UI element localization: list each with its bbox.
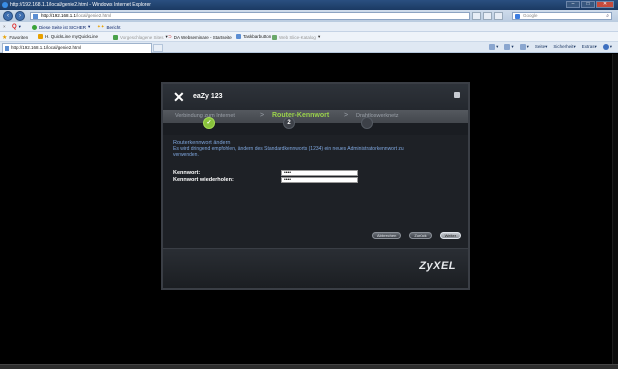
favorite-item-4[interactable]: Taskbarbutton xyxy=(236,34,271,39)
search-placeholder: Google xyxy=(523,13,538,18)
step-3-indicator: 3 xyxy=(361,117,373,129)
close-button[interactable]: ✕ xyxy=(596,1,614,8)
status-bar xyxy=(0,364,618,369)
dialog-logo-text: eaZy 123 xyxy=(193,93,223,100)
back-button[interactable]: ‹ xyxy=(3,11,13,21)
stars-icon: ✦✦ xyxy=(97,24,105,29)
google-icon xyxy=(515,14,520,19)
tab-title: http://192.168.1.1/local/genie2.html xyxy=(11,45,82,50)
browser-window: http://192.168.1.1/local/genie2.html - W… xyxy=(0,0,618,369)
favorite-item-1-label: H. QuickLine myQuickLine xyxy=(45,34,99,39)
search-icon[interactable]: ⌕ xyxy=(606,13,609,19)
password-label: Kennwort: xyxy=(173,170,201,176)
window-controls: – □ ✕ xyxy=(566,1,614,8)
active-tab[interactable]: http://192.168.1.1/local/genie2.html xyxy=(2,43,152,53)
command-bar: ▾ ▾ ▾ Seite▾ Sicherheit▾ Extras▾ ▾ xyxy=(489,44,612,50)
security-toolbar: × Q ▾ Diese Seite ist SICHER ▾ ✦✦ Bericht xyxy=(0,22,618,32)
toolbar-q-icon[interactable]: Q ▾ xyxy=(12,24,21,30)
step-separator-2: > xyxy=(344,112,349,119)
favorite-item-2[interactable]: Vorgeschlagene Sites ▾ xyxy=(113,34,168,40)
cancel-button[interactable]: Abbrechen xyxy=(372,232,402,239)
favorites-bar: ★ Favoriten H. QuickLine myQuickLine Vor… xyxy=(0,32,618,42)
refresh-icon[interactable] xyxy=(483,12,492,20)
tab-page-icon xyxy=(5,46,9,51)
url-host: http://192.168.1.1 xyxy=(41,13,77,18)
help-menu[interactable]: ▾ xyxy=(602,44,612,50)
address-bar: ‹ › http://192.168.1.1/local/genie2.html… xyxy=(0,10,618,22)
print-icon xyxy=(519,44,526,50)
stop-icon[interactable] xyxy=(494,12,503,20)
eazy-logo-icon: ✕ xyxy=(173,89,185,105)
wizard-step-indicators: ✓ 2 3 xyxy=(163,117,468,135)
dialog-body: Routerkennwort ändern Es wird dringend e… xyxy=(163,135,468,248)
extras-menu[interactable]: Extras▾ xyxy=(582,44,597,50)
tab-row: http://192.168.1.1/local/genie2.html ▾ ▾… xyxy=(0,42,618,53)
favorites-star-icon: ★ xyxy=(2,35,8,41)
search-field[interactable]: Google ⌕ xyxy=(512,12,612,20)
favorites-label: Favoriten xyxy=(9,35,29,40)
step-1-check-icon: ✓ xyxy=(203,117,215,129)
back-step-button[interactable]: Zurück xyxy=(409,232,432,239)
favorite-item-4-label: Taskbarbutton xyxy=(243,34,272,39)
url-field[interactable]: http://192.168.1.1/local/genie2.html xyxy=(30,12,470,20)
favorite-item-1[interactable]: H. QuickLine myQuickLine xyxy=(38,34,98,39)
zyxel-logo: ZyXEL xyxy=(419,260,456,272)
print-button[interactable]: ▾ xyxy=(519,44,529,50)
favorite-item-5-label: Web Slice-Katalog xyxy=(279,34,316,40)
dialog-footer: ZyXEL xyxy=(163,248,468,288)
page-menu-label: Seite xyxy=(534,44,546,50)
quickline-icon xyxy=(38,34,43,39)
toolbar-close-icon[interactable]: × xyxy=(3,24,6,29)
vertical-scrollbar[interactable] xyxy=(612,54,618,364)
home-button[interactable]: ▾ xyxy=(489,44,498,50)
new-tab-button[interactable] xyxy=(153,44,163,52)
window-title: http://192.168.1.1/local/genie2.html - W… xyxy=(10,2,151,8)
dialog-button-row: Abbrechen Zurück Weiter xyxy=(372,232,462,239)
report-label: Bericht xyxy=(106,24,121,30)
forward-button[interactable]: › xyxy=(15,11,25,21)
favorite-item-3-label: DA Webseminare - Startseite xyxy=(173,34,232,40)
step-2-label: Router-Kennwort xyxy=(272,112,330,119)
page-icon xyxy=(33,14,38,19)
minimize-button[interactable]: – xyxy=(566,1,580,8)
favorites-button[interactable]: ★ Favoriten xyxy=(2,34,28,41)
title-bar: http://192.168.1.1/local/genie2.html - W… xyxy=(0,0,618,10)
password-repeat-field[interactable] xyxy=(281,177,358,183)
shield-icon xyxy=(32,24,37,30)
web-slice-icon xyxy=(272,34,277,40)
suggested-sites-icon xyxy=(113,34,118,40)
safety-menu-label: Sicherheit xyxy=(553,44,574,50)
feeds-icon xyxy=(504,44,511,50)
setup-wizard-dialog: ✕ eaZy 123 Verbindung zum Internet > Rou… xyxy=(161,82,470,290)
compat-view-icon[interactable] xyxy=(472,12,481,20)
home-icon xyxy=(489,44,496,50)
taskbar-icon xyxy=(236,34,241,39)
page-menu[interactable]: Seite▾ xyxy=(535,44,548,50)
step-2-indicator: 2 xyxy=(283,117,295,129)
url-path: /local/genie2.html xyxy=(76,13,112,18)
help-icon xyxy=(602,44,609,50)
dialog-header: ✕ eaZy 123 xyxy=(163,84,468,110)
next-button[interactable]: Weiter xyxy=(439,232,462,239)
maximize-button[interactable]: □ xyxy=(581,1,595,8)
favorite-item-5[interactable]: Web Slice-Katalog ▾ xyxy=(272,34,320,40)
url-actions xyxy=(472,12,503,20)
safe-status[interactable]: Diese Seite ist SICHER ▾ xyxy=(32,24,90,30)
password-repeat-label: Kennwort wiederholen: xyxy=(173,177,234,183)
favorite-item-3[interactable]: ⊃ DA Webseminare - Startseite xyxy=(168,34,232,40)
form-description: Es wird dringend empfohlen, ändern des S… xyxy=(173,146,404,158)
safe-status-label: Diese Seite ist SICHER xyxy=(39,24,87,30)
report-button[interactable]: ✦✦ Bericht xyxy=(97,24,121,30)
favorite-item-2-label: Vorgeschlagene Sites xyxy=(120,34,164,40)
feeds-button[interactable]: ▾ xyxy=(504,44,514,50)
ie-icon xyxy=(2,2,8,8)
extras-menu-label: Extras xyxy=(581,44,595,50)
safety-menu[interactable]: Sicherheit▾ xyxy=(553,44,575,50)
password-field[interactable] xyxy=(281,170,358,176)
dialog-close-icon[interactable] xyxy=(454,92,460,98)
webseminar-icon: ⊃ xyxy=(168,34,172,39)
step-separator-1: > xyxy=(260,112,265,119)
